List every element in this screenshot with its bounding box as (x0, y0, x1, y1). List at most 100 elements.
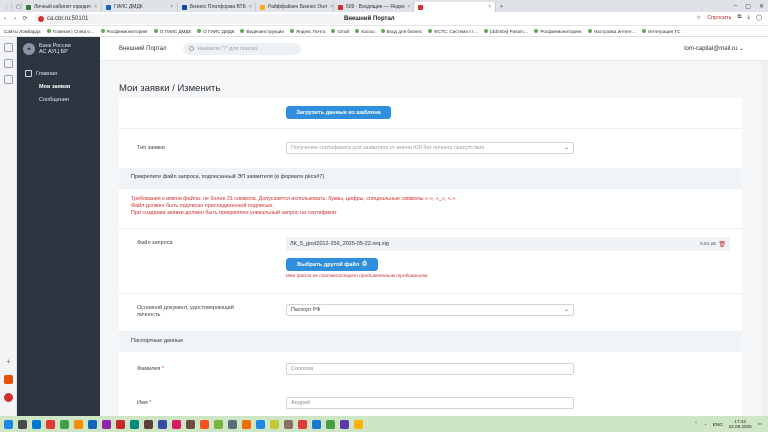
side-panel-icon[interactable] (4, 59, 13, 68)
minimize-icon[interactable]: – (734, 3, 737, 9)
browser-tab[interactable]: Личный кабинет юридич × (22, 2, 102, 12)
site-info-icon[interactable] (38, 15, 44, 22)
ask-button[interactable]: Спросить (707, 15, 731, 21)
search-input[interactable]: Нажмите "/" для поиска (182, 42, 301, 55)
reload-icon[interactable]: ⟳ (20, 15, 30, 22)
bookmark-item[interactable]: О ГИИС ДМДК (153, 29, 191, 34)
request-type-select[interactable]: Получение сертификата для заявителя от и… (286, 142, 574, 154)
taskbar-app-icon[interactable] (116, 419, 125, 429)
name-input[interactable]: Андрей (286, 397, 574, 409)
identity-doc-select[interactable]: Паспорт РФ ⌄ (286, 304, 574, 316)
taskbar-app-icon[interactable] (256, 419, 265, 429)
surname-input[interactable]: Солопов (286, 363, 574, 375)
tab-close-icon[interactable]: × (408, 4, 411, 10)
bookmark-item[interactable]: Сайты Ломбарда (4, 29, 41, 34)
taskbar-app-icon[interactable] (130, 419, 139, 429)
extensions-icon[interactable]: ⧉ (737, 14, 741, 21)
sidebar-item-messages[interactable]: Сообщения (17, 93, 100, 106)
taskbar-app-icon[interactable] (186, 419, 195, 429)
taskbar-app-icon[interactable] (298, 419, 307, 429)
load-template-button[interactable]: Загрузить данные из шаблона (286, 106, 391, 119)
bookmark-item[interactable]: ФСТС: Система ст… (428, 29, 478, 34)
side-panel-icon[interactable] (4, 375, 13, 384)
bookmark-item[interactable]: [dclimbs] Pasam… (484, 29, 528, 34)
taskbar-app-icon[interactable] (74, 419, 83, 429)
taskbar-app-icon[interactable] (228, 419, 237, 429)
sidebar-item-label: Главная (36, 70, 57, 77)
url-text: ca.cbr.ru:50101 (47, 15, 89, 22)
taskbar-app-icon[interactable] (102, 419, 111, 429)
bookmark-item[interactable]: Кассы (355, 29, 375, 34)
bookmark-item[interactable]: Интеграция ТС (642, 29, 680, 34)
language-indicator[interactable]: ENG (713, 422, 723, 427)
taskbar-app-icon[interactable] (284, 419, 293, 429)
profile-icon[interactable]: ◯ (756, 15, 762, 21)
taskbar-app-icon[interactable] (172, 419, 181, 429)
taskbar-app-icon[interactable] (354, 419, 363, 429)
taskbar-app-icon[interactable] (158, 419, 167, 429)
taskbar-app-icon[interactable] (46, 419, 55, 429)
logo-text: Банк России АС АУЦ БР (39, 43, 71, 56)
bookmark-item[interactable]: Видеоинструкции (240, 29, 284, 34)
scrollbar[interactable] (762, 61, 768, 416)
bookmark-item[interactable]: Росфинмониторинг (100, 29, 148, 34)
bookmark-item[interactable]: Росфинмониторинг (534, 29, 582, 34)
tab-close-icon[interactable]: × (170, 4, 173, 10)
bookmark-star-icon[interactable]: ☆ (696, 15, 701, 21)
taskbar-app-icon[interactable] (326, 419, 335, 429)
side-panel-icon[interactable] (4, 393, 13, 402)
tray-chevron-icon[interactable]: ⌃ (694, 421, 698, 427)
side-panel-icon[interactable] (4, 43, 13, 52)
bookmark-item[interactable]: Вход для бизнес (380, 29, 422, 34)
taskbar-app-icon[interactable] (18, 419, 27, 429)
taskbar-app-icon[interactable] (270, 419, 279, 429)
close-window-icon[interactable]: ✕ (759, 3, 764, 10)
clock[interactable]: 17:42 22.05.2025 (729, 419, 752, 430)
browser-tab[interactable]: 509 · Входящие — Яндек × (334, 2, 414, 12)
tab-close-icon[interactable]: × (488, 4, 491, 10)
url-field[interactable]: ca.cbr.ru:50101 (34, 13, 354, 24)
bookmark-item[interactable]: Настройка интеге… (587, 29, 636, 34)
taskbar-app-icon[interactable] (214, 419, 223, 429)
browser-tab[interactable]: Райффайзен Бизнес Онл × (256, 2, 334, 12)
forward-icon[interactable]: › (10, 16, 20, 22)
tab-close-icon[interactable]: × (94, 4, 97, 10)
tab-close-icon[interactable]: × (330, 4, 333, 10)
taskbar-app-icon[interactable] (88, 419, 97, 429)
download-icon[interactable]: ⤓ (747, 14, 749, 21)
browser-tab[interactable]: Бизнес Платформа ВТБ × (178, 2, 256, 12)
sidebar-item-home[interactable]: Главная (17, 67, 100, 80)
new-tab-icon[interactable]: + (496, 2, 506, 12)
logo[interactable]: ✦ Банк России АС АУЦ БР (17, 37, 100, 61)
bookmark-item[interactable]: Gmail (331, 29, 349, 34)
add-panel-icon[interactable]: + (4, 357, 13, 366)
browser-menu-icon[interactable]: ⋮ (0, 2, 12, 12)
back-icon[interactable]: ‹ (0, 16, 10, 22)
bookmark-item[interactable]: Яндекс.Почта (289, 29, 325, 34)
bookmark-item[interactable]: Главная | Сneta о… (46, 29, 95, 34)
taskbar-app-icon[interactable] (32, 419, 41, 429)
taskbar-app-icon[interactable] (144, 419, 153, 429)
maximize-icon[interactable]: ▢ (745, 3, 751, 10)
user-menu[interactable]: lom-capital@mail.ru ⌄ (684, 45, 744, 52)
taskbar-app-icon[interactable] (200, 419, 209, 429)
taskbar-app-icon[interactable] (242, 419, 251, 429)
taskbar-app-icon[interactable] (60, 419, 69, 429)
choose-other-file-button[interactable]: Выбрать другой файл ⎙ (286, 258, 378, 271)
bookmark-item[interactable]: О ГИИС ДМДК (197, 29, 234, 34)
portal-name[interactable]: Внешний Портал (119, 46, 167, 52)
browser-tab-list-icon[interactable]: ▢ (12, 2, 22, 12)
delete-file-icon[interactable]: 🗑 (718, 241, 726, 248)
network-icon[interactable]: ◔ (704, 422, 707, 427)
sidebar-item-my-requests[interactable]: Мои заявки (17, 80, 100, 93)
browser-tab-active[interactable]: × (414, 2, 496, 12)
browser-tab[interactable]: ГИИС ДМДК × (102, 2, 178, 12)
side-panel-icon[interactable] (4, 75, 13, 84)
tab-close-icon[interactable]: × (249, 4, 252, 10)
start-icon[interactable] (4, 419, 13, 429)
notification-icon[interactable]: ▭ (758, 421, 762, 427)
logo-line: АС АУЦ БР (39, 49, 68, 55)
taskbar-app-icon[interactable] (312, 419, 321, 429)
app-sidebar: ✦ Банк России АС АУЦ БР Главная Мои заяв… (17, 37, 100, 416)
taskbar-app-icon[interactable] (340, 419, 349, 429)
